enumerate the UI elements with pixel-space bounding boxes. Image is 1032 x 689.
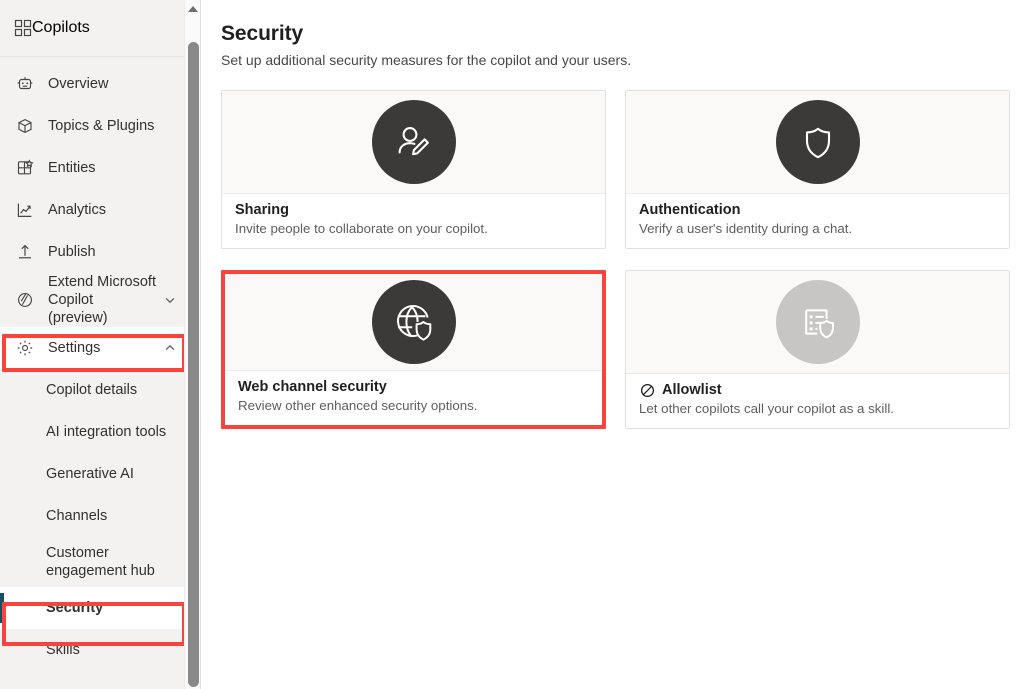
chevron-down-icon[interactable] <box>164 294 176 306</box>
sidebar-item-entities[interactable]: Entities <box>0 147 190 189</box>
sidebar-item-settings[interactable]: Settings <box>0 327 190 370</box>
sidebar-item-label: Publish <box>48 243 96 260</box>
card-body: Sharing Invite people to collaborate on … <box>222 193 605 248</box>
card-title-row: Web channel security <box>238 379 589 395</box>
sidebar-subitem-label: Security <box>46 600 104 617</box>
sidebar-subitem-label: Copilot details <box>46 382 138 399</box>
card-web-channel-security[interactable]: Web channel security Review other enhanc… <box>221 270 606 429</box>
sidebar-subitem-label: Generative AI <box>46 466 134 483</box>
app-window: Copilots Overview Topics & Plugins Entit… <box>0 0 1032 689</box>
sidebar-scrollbar[interactable] <box>184 0 200 689</box>
sidebar-item-skills[interactable]: Skills <box>0 629 190 671</box>
globe-shield-icon <box>391 299 437 345</box>
shield-icon <box>796 120 840 164</box>
sidebar-item-channels[interactable]: Channels <box>0 495 190 537</box>
icon-circle <box>775 100 860 184</box>
icon-circle-disabled <box>775 280 860 364</box>
sidebar-subitem-label: Customer engagement hub <box>46 544 155 580</box>
main-content: Security Set up additional security meas… <box>190 0 1032 689</box>
sidebar-item-label: Analytics <box>48 201 107 218</box>
box-icon <box>14 115 36 137</box>
card-title-row: Sharing <box>235 202 592 218</box>
analytics-icon <box>14 199 36 221</box>
sidebar-item-topics-plugins[interactable]: Topics & Plugins <box>0 105 190 147</box>
scrollbar-thumb[interactable] <box>188 42 199 687</box>
card-authentication[interactable]: Authentication Verify a user's identity … <box>625 90 1010 249</box>
icon-circle <box>371 100 456 184</box>
publish-icon <box>14 241 36 263</box>
sidebar-item-overview[interactable]: Overview <box>0 63 190 105</box>
icon-circle <box>371 280 456 364</box>
sidebar-subitem-label: AI integration tools <box>46 424 167 441</box>
robot-icon <box>14 73 36 95</box>
sidebar-item-label: Topics & Plugins <box>48 117 155 134</box>
card-title: Web channel security <box>238 379 387 395</box>
card-media <box>626 91 1009 193</box>
sidebar-item-label: Entities <box>48 159 96 176</box>
sidebar-copilots-label: Copilots <box>32 19 90 36</box>
sidebar-subitem-label: Channels <box>46 508 108 525</box>
card-title-row: Allowlist <box>639 382 996 398</box>
card-description: Review other enhanced security options. <box>238 398 478 413</box>
scroll-up-arrow-icon[interactable] <box>185 0 201 18</box>
card-title-row: Authentication <box>639 202 996 218</box>
extend-icon <box>14 289 36 311</box>
card-title: Sharing <box>235 202 289 218</box>
card-body: Allowlist Let other copilots call your c… <box>626 373 1009 428</box>
card-title: Authentication <box>639 202 741 218</box>
sidebar-item-ai-integration-tools[interactable]: AI integration tools <box>0 411 190 453</box>
card-title: Allowlist <box>662 382 722 398</box>
sidebar-item-label: Overview <box>48 75 109 92</box>
card-description: Verify a user's identity during a chat. <box>639 221 853 236</box>
gear-icon <box>14 337 36 359</box>
sidebar-item-generative-ai[interactable]: Generative AI <box>0 453 190 495</box>
user-edit-icon <box>391 119 437 165</box>
page-title: Security <box>221 22 304 45</box>
left-navigation-sidebar: Copilots Overview Topics & Plugins Entit… <box>0 0 190 689</box>
entities-icon <box>14 157 36 179</box>
page-subtitle: Set up additional security measures for … <box>221 52 632 68</box>
card-description: Let other copilots call your copilot as … <box>639 401 894 416</box>
sidebar-item-copilots[interactable]: Copilots <box>0 0 190 57</box>
sidebar-item-copilot-details[interactable]: Copilot details <box>0 369 190 411</box>
list-shield-icon <box>795 299 841 345</box>
card-body: Authentication Verify a user's identity … <box>626 193 1009 248</box>
card-media <box>222 91 605 193</box>
sidebar-item-publish[interactable]: Publish <box>0 231 190 273</box>
sidebar-item-customer-engagement-hub[interactable]: Customer engagement hub <box>0 537 190 587</box>
card-sharing[interactable]: Sharing Invite people to collaborate on … <box>221 90 606 249</box>
card-media <box>225 274 602 370</box>
sidebar-item-analytics[interactable]: Analytics <box>0 189 190 231</box>
sidebar-item-label: Settings <box>48 340 101 357</box>
sidebar-item-security[interactable]: Security <box>0 587 190 630</box>
sidebar-subitem-label: Skills <box>46 642 80 659</box>
card-media <box>626 271 1009 373</box>
chevron-up-icon[interactable] <box>164 342 176 354</box>
card-allowlist[interactable]: Allowlist Let other copilots call your c… <box>625 270 1010 429</box>
sidebar-main-divider <box>200 0 201 689</box>
card-body: Web channel security Review other enhanc… <box>225 370 602 425</box>
blocked-icon <box>639 382 655 398</box>
sidebar-item-label: Extend Microsoft Copilot (preview) <box>48 274 156 327</box>
grid-icon <box>14 19 32 37</box>
card-description: Invite people to collaborate on your cop… <box>235 221 488 236</box>
security-cards-grid: Sharing Invite people to collaborate on … <box>221 90 1011 429</box>
sidebar-item-extend-microsoft-copilot[interactable]: Extend Microsoft Copilot (preview) <box>0 273 190 327</box>
